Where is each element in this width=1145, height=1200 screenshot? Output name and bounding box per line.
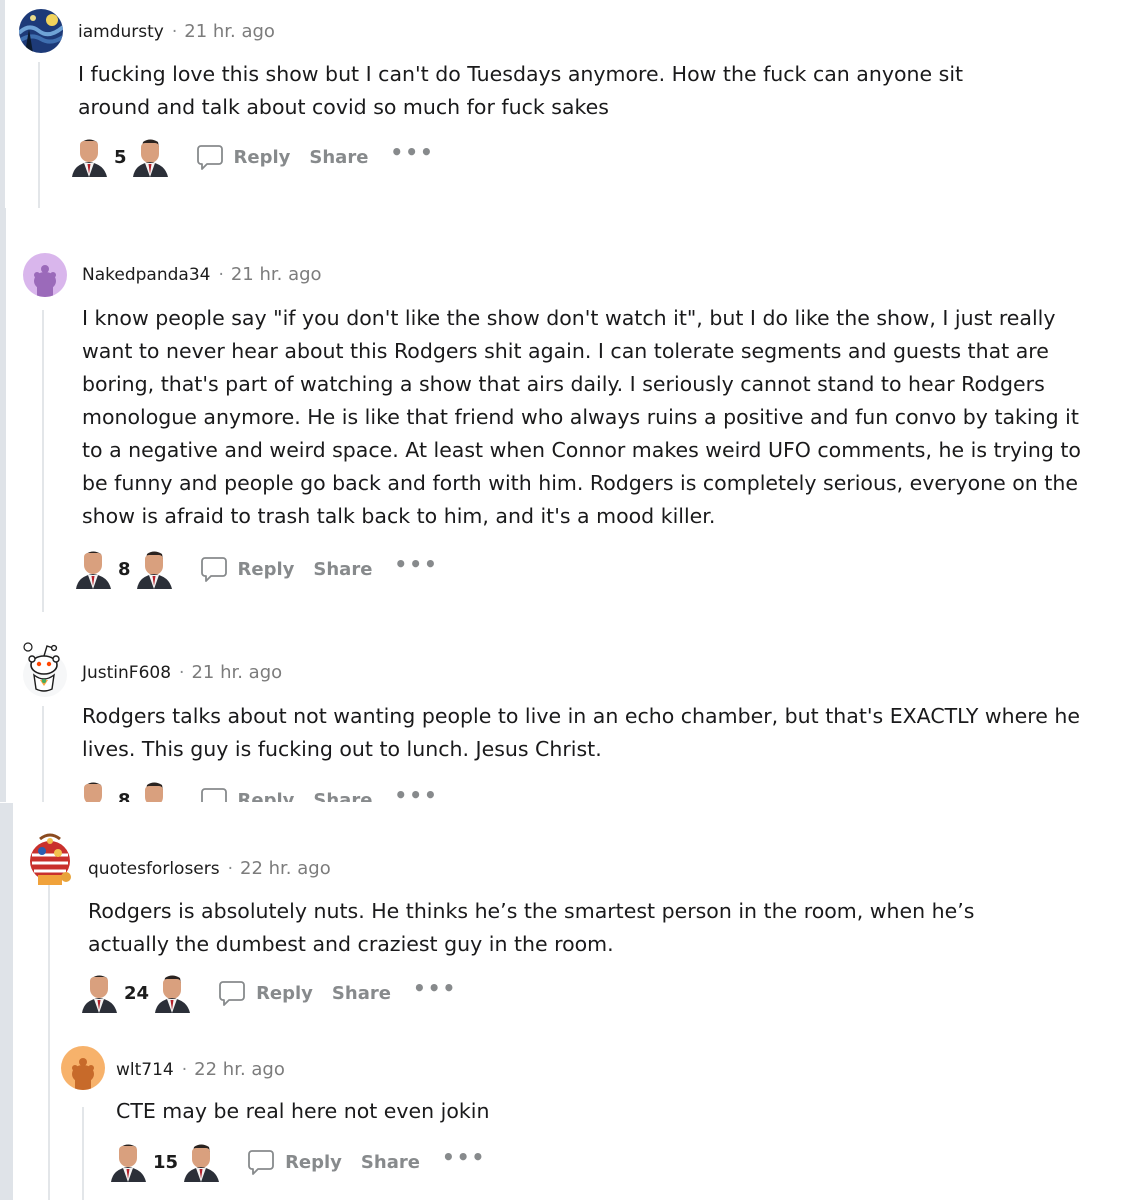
vote-score: 24 [124, 982, 150, 1004]
thread-line[interactable] [42, 310, 44, 612]
speech-bubble-icon [196, 145, 223, 170]
comment-panel-1: iamdursty · 21 hr. ago I fucking love this… [0, 0, 1145, 208]
downvote-button[interactable] [135, 780, 175, 802]
vote-score: 15 [153, 1151, 179, 1173]
reply-button[interactable]: Reply [195, 142, 291, 172]
person-in-suit-upvote-icon [72, 139, 107, 177]
speech-bubble-icon [200, 557, 227, 582]
vote-score: 5 [114, 146, 127, 168]
comment-body: Rodgers is absolutely nuts. He thinks he… [88, 899, 975, 956]
upvote-button[interactable] [80, 973, 120, 1013]
comment-meta: iamdursty · 21 hr. ago [78, 21, 275, 42]
meta-separator: · [218, 265, 224, 285]
person-in-suit-downvote-icon [132, 139, 168, 177]
person-in-suit-upvote-icon [76, 551, 111, 589]
comment-meta: JustinF608 · 21 hr. ago [82, 662, 282, 683]
comment-body: CTE may be real here not even jokin [116, 1099, 490, 1123]
upvote-button[interactable] [70, 137, 110, 177]
person-in-suit-upvote-icon [82, 975, 117, 1013]
timestamp[interactable]: 21 hr. ago [231, 264, 322, 285]
comment-actions: 8 Reply Share ••• [74, 780, 439, 802]
meta-separator: · [181, 1060, 188, 1080]
share-button[interactable]: Share [313, 790, 372, 803]
comment-meta: wlt714 · 22 hr. ago [116, 1059, 285, 1080]
ellipsis-icon[interactable]: ••• [394, 785, 438, 802]
comment-body: I know people say "if you don't like the… [82, 306, 1081, 528]
ellipsis-icon[interactable]: ••• [442, 1147, 486, 1167]
person-in-suit-downvote-icon [136, 551, 172, 589]
reply-button[interactable]: Reply [246, 1147, 342, 1177]
person-in-suit-downvote-icon [155, 975, 191, 1013]
comment-actions: 15 Reply Share ••• [109, 1142, 486, 1182]
share-button[interactable]: Share [361, 1152, 420, 1173]
vote-score: 8 [118, 558, 131, 580]
username-link[interactable]: JustinF608 [82, 663, 171, 683]
comment-actions: 24 Reply Share ••• [80, 973, 457, 1013]
upvote-button[interactable] [109, 1142, 149, 1182]
comment-actions: 5 Reply Share ••• [70, 137, 435, 177]
ellipsis-icon[interactable]: ••• [394, 554, 438, 574]
reply-label: Reply [237, 789, 295, 803]
username-link[interactable]: Nakedpanda34 [82, 265, 210, 285]
reply-label: Reply [233, 146, 291, 168]
upvote-button[interactable] [74, 780, 114, 802]
panel-edge [0, 0, 5, 208]
downvote-button[interactable] [182, 1142, 222, 1182]
timestamp[interactable]: 21 hr. ago [184, 21, 275, 42]
vote-score: 8 [118, 789, 131, 803]
ellipsis-icon[interactable]: ••• [413, 978, 457, 998]
ellipsis-icon[interactable]: ••• [390, 142, 434, 162]
meta-separator: · [227, 859, 234, 879]
timestamp[interactable]: 22 hr. ago [240, 858, 331, 879]
thread-line[interactable] [82, 1107, 84, 1200]
downvote-button[interactable] [153, 973, 193, 1013]
reply-button[interactable]: Reply [217, 978, 313, 1008]
comment-body: Rodgers talks about not wanting people t… [82, 704, 1081, 761]
username-link[interactable]: iamdursty [78, 22, 164, 42]
username-link[interactable]: quotesforlosers [88, 859, 220, 879]
comment-body: I fucking love this show but I can't do … [78, 62, 964, 119]
share-button[interactable]: Share [309, 147, 368, 168]
avatar-snoo-costume[interactable] [26, 831, 74, 887]
reply-label: Reply [256, 982, 313, 1004]
reply-label: Reply [285, 1151, 342, 1173]
comment-panel-3: quotesforlosers · 22 hr. ago Rodgers is ab… [0, 803, 1145, 1200]
avatar-snoo-default[interactable] [22, 639, 68, 697]
username-link[interactable]: wlt714 [116, 1060, 174, 1080]
person-in-suit-downvote-icon [144, 782, 163, 802]
share-button[interactable]: Share [313, 559, 372, 580]
panel-edge [0, 208, 6, 802]
timestamp[interactable]: 22 hr. ago [194, 1059, 285, 1080]
share-button[interactable]: Share [332, 983, 391, 1004]
thread-line[interactable] [38, 62, 40, 208]
meta-separator: · [179, 663, 185, 683]
comment-actions: 8 Reply Share ••• [74, 549, 439, 589]
person-in-suit-downvote-icon [184, 1144, 220, 1182]
downvote-button[interactable] [131, 137, 171, 177]
comment-panel-2: Nakedpanda34 · 21 hr. ago I know people sa… [0, 208, 1145, 802]
reply-button[interactable]: Reply [199, 554, 295, 584]
speech-bubble-icon [200, 788, 227, 802]
person-in-suit-upvote-icon [111, 1144, 146, 1182]
person-in-suit-upvote-icon [84, 782, 102, 802]
meta-separator: · [171, 22, 178, 42]
thread-line[interactable] [48, 885, 50, 1200]
speech-bubble-icon [248, 1150, 274, 1175]
comment-meta: Nakedpanda34 · 21 hr. ago [82, 264, 322, 285]
reply-button[interactable]: Reply [199, 785, 295, 803]
avatar-snoo-orange[interactable] [61, 1046, 105, 1090]
comment-meta: quotesforlosers · 22 hr. ago [88, 858, 331, 879]
reply-label: Reply [237, 558, 295, 580]
timestamp[interactable]: 21 hr. ago [191, 662, 282, 683]
upvote-button[interactable] [74, 549, 114, 589]
thread-line[interactable] [42, 706, 44, 802]
downvote-button[interactable] [135, 549, 175, 589]
panel-edge [0, 803, 13, 1200]
avatar-starry-night[interactable] [19, 9, 63, 53]
avatar-snoo-lavender[interactable] [23, 253, 67, 297]
speech-bubble-icon [219, 981, 245, 1006]
